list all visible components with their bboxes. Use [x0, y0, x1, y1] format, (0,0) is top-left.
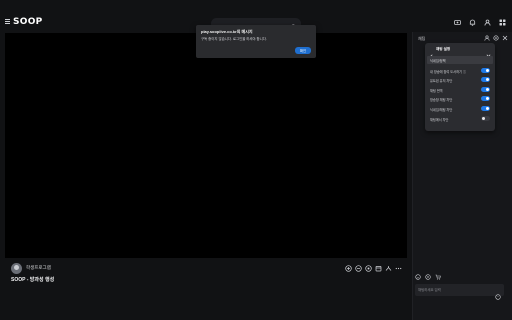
setting-label: 방송창 채팅 차단	[430, 98, 453, 102]
setting-row: 방송창 채팅 차단	[430, 95, 492, 103]
setting-label: 내 방송에 참여 도서하기 ⓘ	[430, 70, 467, 74]
back-chevron-icon[interactable]	[429, 46, 434, 59]
user-list-icon[interactable]	[484, 35, 490, 41]
settings-close-icon[interactable]	[486, 46, 491, 59]
more-options-icon[interactable]	[394, 264, 402, 272]
setting-toggle[interactable]	[481, 106, 490, 111]
setting-row: 채팅 번역	[430, 86, 492, 94]
video-player[interactable]	[5, 33, 407, 258]
setting-toggle[interactable]	[481, 116, 490, 121]
apps-grid-icon[interactable]	[498, 18, 506, 26]
hamburger-menu-icon[interactable]	[5, 19, 10, 24]
site-logo[interactable]: SOOP	[13, 17, 43, 27]
emoji-icon[interactable]	[495, 287, 501, 300]
chat-close-icon[interactable]	[502, 35, 508, 41]
gift-icon[interactable]	[364, 264, 372, 272]
setting-label: 뮤트된 유저 차단	[430, 79, 453, 83]
setting-toggle[interactable]	[481, 68, 490, 73]
setting-label: 닉네임/채팅 차단	[430, 108, 453, 112]
chat-input-box	[415, 284, 504, 300]
settings-section-label: 닉네임/정책	[430, 59, 446, 63]
setting-row: 채팅에서 차단	[430, 115, 492, 123]
alert-title: play.sooplive.co.kr의 메시지	[201, 29, 253, 34]
notification-bell-icon[interactable]	[468, 18, 476, 26]
setting-row: 뮤트된 유저 차단	[430, 76, 492, 84]
setting-toggle[interactable]	[481, 96, 490, 101]
settings-title: 채팅 설정	[436, 46, 451, 51]
profile-icon[interactable]	[483, 18, 491, 26]
star-balloon-icon[interactable]	[425, 274, 431, 280]
setting-toggle[interactable]	[481, 77, 490, 82]
setting-row: 닉네임/채팅 차단	[430, 105, 492, 113]
emoticon-icon[interactable]	[415, 274, 421, 280]
calendar-icon[interactable]	[374, 264, 382, 272]
chat-settings-popup: 채팅 설정 닉네임/정책 내 방송에 참여 도서하기 ⓘ 뮤트된 유저 차단 채…	[425, 43, 495, 131]
setting-row: 내 방송에 참여 도서하기 ⓘ	[430, 67, 492, 75]
alert-dialog: play.sooplive.co.kr의 메시지 구독 중이지 않습니다. 로그…	[196, 25, 316, 58]
chat-input[interactable]	[418, 286, 488, 294]
share-icon[interactable]	[384, 264, 392, 272]
channel-name[interactable]: 학생프로그램	[26, 265, 51, 271]
chat-header-label: 채팅	[418, 36, 426, 41]
setting-label: 채팅 번역	[430, 89, 443, 93]
chat-settings-gear-icon[interactable]	[493, 35, 499, 41]
broadcast-icon[interactable]	[453, 18, 461, 26]
add-icon[interactable]	[344, 264, 352, 272]
cart-icon[interactable]	[435, 274, 441, 280]
setting-label: 채팅에서 차단	[430, 118, 449, 122]
broadcast-title: SOOP - 방과성 행성	[11, 277, 55, 283]
settings-section-header[interactable]: 닉네임/정책	[427, 56, 493, 64]
alert-message: 구독 중이지 않습니다. 로그인을 하셔야 합니다.	[201, 37, 267, 41]
setting-toggle[interactable]	[481, 87, 490, 92]
channel-avatar[interactable]	[11, 263, 22, 274]
alert-ok-button[interactable]: 확인	[295, 47, 311, 54]
subscribe-icon[interactable]	[354, 264, 362, 272]
